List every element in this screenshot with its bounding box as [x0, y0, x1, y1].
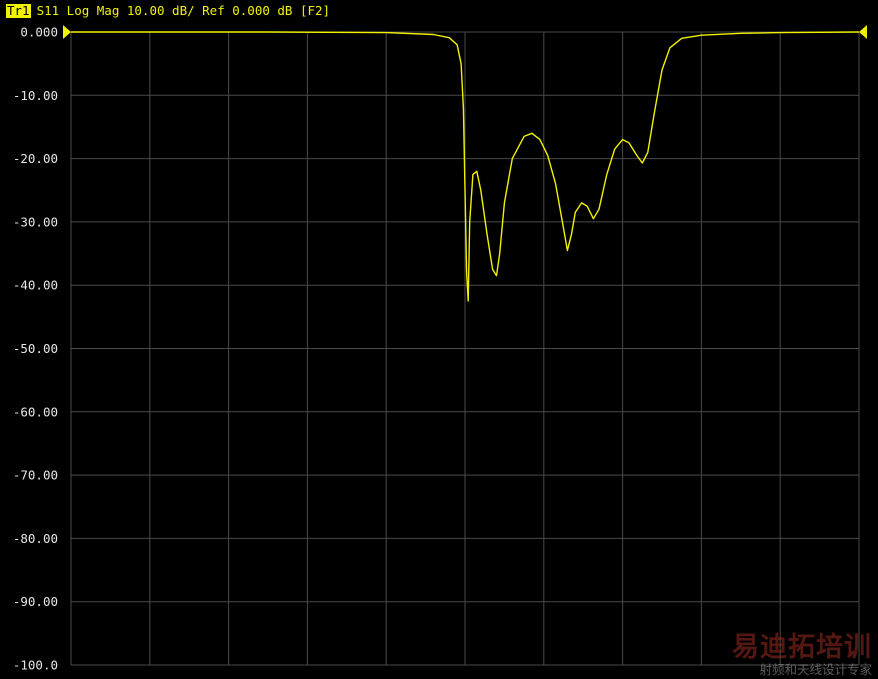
- y-tick-label: -30.00: [13, 214, 58, 229]
- y-tick-label: -40.00: [13, 278, 58, 293]
- watermark: 易迪拓培训 射频和天线设计专家: [732, 633, 872, 677]
- grid: [70, 31, 860, 666]
- y-tick-label: -60.00: [13, 404, 58, 419]
- watermark-title: 易迪拓培训: [732, 632, 872, 663]
- y-tick-labels: 0.000 -10.00 -20.00 -30.00 -40.00 -50.00 -60.0…: [13, 25, 58, 673]
- y-tick-label: -80.00: [13, 531, 58, 546]
- y-tick-label: -10.00: [13, 88, 58, 103]
- analyzer-screen: Tr1 S11 Log Mag 10.00 dB/ Ref 0.000 dB […: [0, 0, 878, 679]
- y-tick-label: -20.00: [13, 151, 58, 166]
- reference-marker-right: [859, 25, 867, 39]
- y-tick-label: -50.00: [13, 341, 58, 356]
- y-tick-label: -100.0: [13, 658, 58, 673]
- y-tick-label: 0.000: [20, 25, 58, 40]
- watermark-subtitle: 射频和天线设计专家: [759, 662, 872, 677]
- reference-marker-left: [63, 25, 71, 39]
- y-tick-label: -70.00: [13, 468, 58, 483]
- y-tick-label: -90.00: [13, 594, 58, 609]
- s11-log-mag-chart: 0.000 -10.00 -20.00 -30.00 -40.00 -50.00 -60.0…: [13, 25, 867, 673]
